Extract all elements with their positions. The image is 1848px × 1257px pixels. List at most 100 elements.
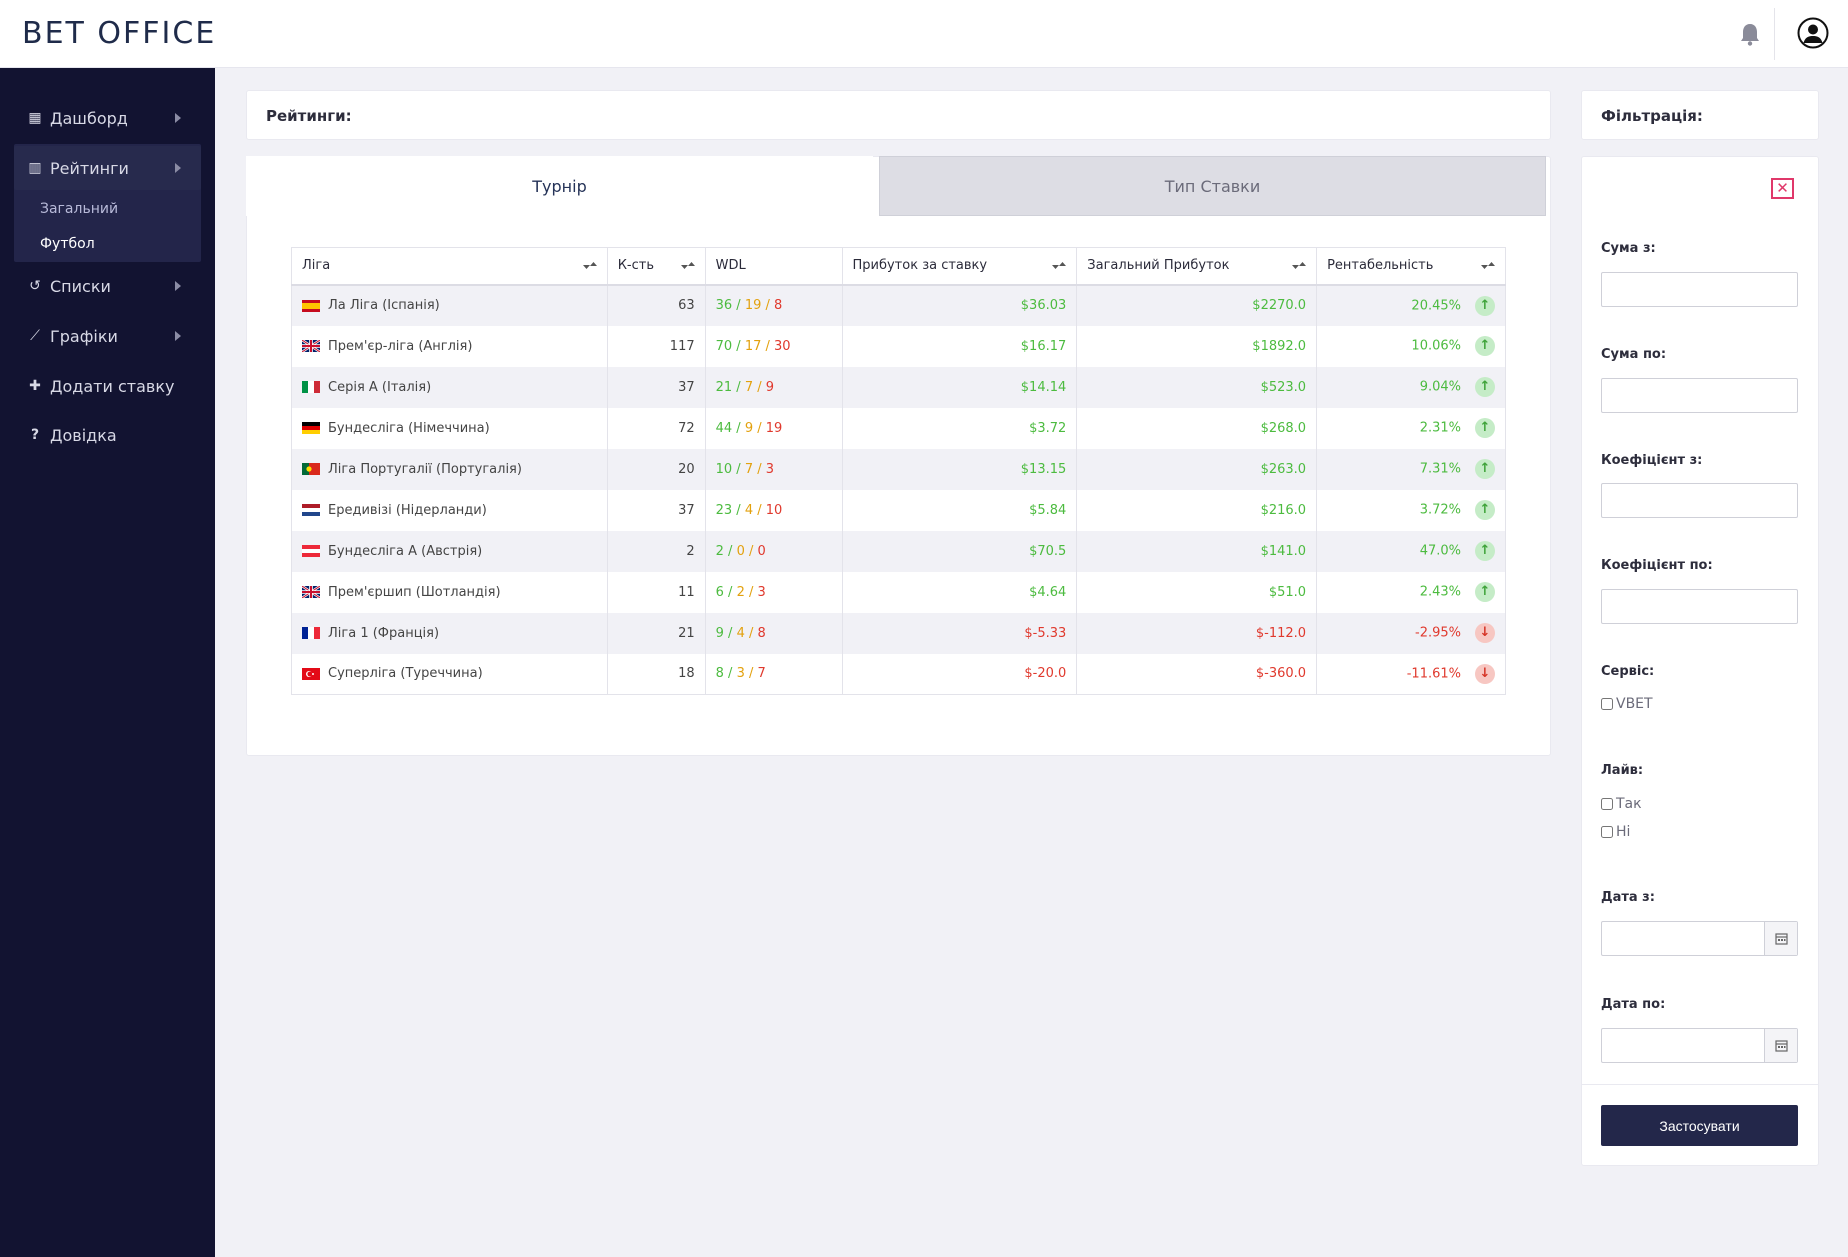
live-yes-label: Так <box>1616 796 1642 812</box>
live-yes-option[interactable]: Так <box>1601 796 1642 812</box>
date-from-input[interactable] <box>1601 921 1798 956</box>
flag-it-icon <box>302 381 320 393</box>
league-name: Ла Ліга (Іспанія) <box>328 298 440 313</box>
count-cell: 72 <box>606 407 706 449</box>
arrow-up-icon: ↑ <box>1475 336 1495 356</box>
draws-value: 7 <box>744 461 754 477</box>
live-no-checkbox[interactable] <box>1601 826 1613 838</box>
league-cell: Ла Ліга (Іспанія) <box>291 284 608 326</box>
ratings-header-card: Рейтинги: <box>246 90 1551 140</box>
profit-per-bet-cell: $3.72 <box>841 407 1078 449</box>
flag-fr-icon <box>302 627 320 639</box>
ratings-title: Рейтинги: <box>266 107 352 125</box>
league-cell: Прем'єршип (Шотландія) <box>291 571 608 613</box>
sidebar-item-lists[interactable]: ↺ Списки <box>14 264 201 308</box>
live-no-option[interactable]: Ні <box>1601 824 1630 840</box>
wins-value: 21 <box>715 379 733 395</box>
live-yes-checkbox[interactable] <box>1601 798 1613 810</box>
arrow-up-icon: ↑ <box>1475 500 1495 520</box>
flag-gb-icon <box>302 586 320 598</box>
flag-es-icon <box>302 299 320 312</box>
count-cell: 2 <box>606 530 706 572</box>
wdl-separator: / <box>753 502 766 518</box>
dashboard-icon: ▦ <box>28 110 42 126</box>
total-profit-cell: $1892.0 <box>1076 325 1318 367</box>
league-name: Прем'єр-ліга (Англія) <box>328 338 473 354</box>
wdl-cell: 8 / 3 / 7 <box>704 653 843 695</box>
count-cell: 117 <box>606 325 706 367</box>
total-profit-cell: $2270.0 <box>1076 284 1318 326</box>
profit-per-bet-cell: $4.64 <box>841 571 1078 613</box>
tab-tournament[interactable]: Турнір <box>246 156 873 216</box>
sidebar-item-dashboard[interactable]: ▦ Дашборд <box>14 96 201 140</box>
close-icon[interactable]: ✕ <box>1771 178 1794 199</box>
coef-to-label: Коефіцієнт по: <box>1601 558 1713 573</box>
service-vbet-checkbox[interactable] <box>1601 698 1613 710</box>
count-cell: 37 <box>606 366 706 408</box>
roi-value: 3.72% <box>1419 502 1461 518</box>
total-profit-cell: $216.0 <box>1076 489 1318 531</box>
column-header-league[interactable]: Ліга <box>291 247 608 286</box>
wdl-separator: / <box>761 298 775 313</box>
sum-from-input[interactable] <box>1601 272 1798 307</box>
roi-cell: 2.31% ↑ <box>1316 407 1506 449</box>
bell-icon[interactable] <box>1739 22 1761 46</box>
column-header-total-profit[interactable]: Загальний Прибуток <box>1076 247 1318 286</box>
flag-nl-icon <box>302 504 320 516</box>
column-header-profit-per-bet[interactable]: Прибуток за ставку <box>841 247 1078 286</box>
league-cell: Бундесліга (Німеччина) <box>291 407 608 449</box>
sidebar-subitem-football[interactable]: Футбол <box>40 236 95 252</box>
losses-value: 3 <box>765 461 775 477</box>
service-vbet-option[interactable]: VBET <box>1601 696 1653 712</box>
league-name: Ередивізі (Нідерланди) <box>328 502 487 518</box>
column-label: Загальний Прибуток <box>1087 258 1230 274</box>
date-to-input[interactable] <box>1601 1028 1798 1063</box>
roi-cell: -2.95% ↓ <box>1316 612 1506 654</box>
flag-tr-icon <box>302 667 320 680</box>
column-header-count[interactable]: К-сть <box>606 247 706 286</box>
wdl-separator: / <box>753 461 766 477</box>
coef-from-input[interactable] <box>1601 483 1798 518</box>
apply-button[interactable]: Застосувати <box>1601 1105 1798 1146</box>
sidebar-item-ratings[interactable]: ▥ Рейтинги <box>14 146 201 190</box>
coef-to-input[interactable] <box>1601 589 1798 624</box>
wdl-separator: / <box>744 584 758 600</box>
sidebar-subitem-general[interactable]: Загальний <box>40 201 118 217</box>
wdl-cell: 21 / 7 / 9 <box>704 366 843 408</box>
losses-value: 10 <box>765 502 783 518</box>
wins-value: 10 <box>715 461 733 477</box>
losses-value: 7 <box>757 666 766 682</box>
service-label: Сервіс: <box>1601 664 1655 679</box>
losses-value: 9 <box>765 379 775 395</box>
league-cell: Бундесліга А (Австрія) <box>291 530 608 572</box>
calendar-icon[interactable] <box>1764 1029 1797 1062</box>
sum-from-label: Сума з: <box>1601 241 1656 256</box>
arrow-up-icon: ↑ <box>1475 459 1495 479</box>
draws-value: 4 <box>736 625 745 641</box>
user-avatar-icon[interactable] <box>1797 17 1829 49</box>
roi-cell: 47.0% ↑ <box>1316 530 1506 572</box>
tab-bet-type[interactable]: Тип Ставки <box>879 156 1546 216</box>
league-cell: Прем'єр-ліга (Англія) <box>291 325 608 367</box>
table-row: Суперліга (Туреччина) 18 8 / 3 / 7 $-20.0 $-… <box>291 653 1506 695</box>
sidebar-item-help[interactable]: ? Довідка <box>14 413 201 457</box>
wins-value: 2 <box>715 543 724 559</box>
roi-cell: 7.31% ↑ <box>1316 448 1506 490</box>
column-header-roi[interactable]: Рентабельність <box>1316 247 1506 286</box>
sidebar-item-charts[interactable]: ⟋ Графіки <box>14 314 201 358</box>
brand-logo: BET OFFICE <box>22 16 217 51</box>
sidebar-item-add-bet[interactable]: ✚ Додати ставку <box>14 364 201 408</box>
calendar-icon[interactable] <box>1764 922 1797 955</box>
sum-to-input[interactable] <box>1601 378 1798 413</box>
count-cell: 11 <box>606 571 706 613</box>
draws-value: 2 <box>736 584 745 600</box>
ratings-table: Ліга К-сть WDL Прибуток за ставку Загаль… <box>291 247 1506 695</box>
draws-value: 9 <box>744 420 754 436</box>
draws-value: 19 <box>744 298 762 313</box>
table-row: Ліга 1 (Франція) 21 9 / 4 / 8 $-5.33 $-112.0… <box>291 612 1506 654</box>
roi-value: 7.31% <box>1419 461 1461 477</box>
roi-cell: 10.06% ↑ <box>1316 325 1506 367</box>
sort-icon <box>1052 262 1067 269</box>
draws-value: 17 <box>744 338 762 354</box>
arrow-up-icon: ↑ <box>1475 418 1495 438</box>
